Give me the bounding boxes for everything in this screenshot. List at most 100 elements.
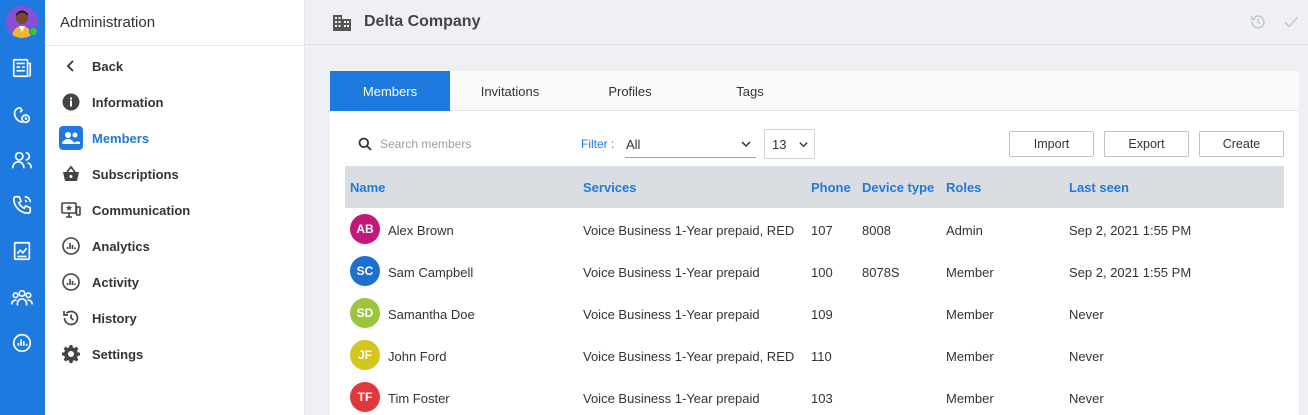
cell-role: Admin [946, 223, 983, 238]
tab-invitations[interactable]: Invitations [450, 71, 570, 111]
filter-select[interactable]: All [625, 130, 756, 158]
members-card: Members Invitations Profiles Tags Filter… [330, 71, 1299, 415]
chevron-down-icon [741, 141, 751, 148]
cell-services: Voice Business 1-Year prepaid, RED [583, 223, 795, 238]
sidebar-item-label: Activity [92, 274, 139, 290]
filter-label: Filter : [581, 137, 615, 151]
cell-phone: 107 [811, 223, 833, 238]
cell-name: Tim Foster [388, 391, 450, 406]
sidebar-item-history[interactable]: History [59, 305, 299, 331]
sidebar-item-label: Back [92, 58, 124, 74]
cell-phone: 109 [811, 307, 833, 322]
table-row[interactable]: AB Alex Brown Voice Business 1-Year prepai… [345, 208, 1284, 250]
column-header-device-type[interactable]: Device type [862, 180, 934, 195]
cell-role: Member [946, 391, 994, 406]
column-header-name[interactable]: Name [350, 180, 385, 195]
table-header: Name Services Phone Device type Roles La… [345, 166, 1284, 208]
team-icon[interactable] [10, 286, 34, 310]
member-avatar: TF [350, 382, 380, 412]
cell-device-type: 8008 [862, 223, 891, 238]
sidebar-title: Administration [60, 14, 156, 31]
cell-last-seen: Sep 2, 2021 1:55 PM [1069, 223, 1192, 238]
cell-phone: 100 [811, 265, 833, 280]
sidebar-item-label: Settings [92, 346, 144, 362]
cell-last-seen: Never [1069, 307, 1104, 322]
report-icon[interactable] [10, 239, 34, 263]
search-icon [358, 137, 372, 151]
cell-phone: 110 [811, 349, 832, 364]
sidebar-item-members[interactable]: Members [59, 125, 299, 151]
table-row[interactable]: JF John Ford Voice Business 1-Year prepaid… [345, 334, 1284, 376]
info-icon [59, 90, 83, 114]
sidebar-item-back[interactable]: Back [59, 53, 299, 79]
cell-name: Samantha Doe [388, 307, 475, 322]
cell-name: Alex Brown [388, 223, 454, 238]
sidebar-item-information[interactable]: Information [59, 89, 299, 115]
app-rail [0, 0, 45, 415]
table-row[interactable]: SC Sam Campbell Voice Business 1-Year prep… [345, 250, 1284, 292]
member-avatar: AB [350, 214, 380, 244]
analytics-icon [59, 234, 83, 258]
page-title: Delta Company [364, 13, 481, 30]
online-status-dot [29, 27, 38, 36]
sidebar-item-communication[interactable]: Communication [59, 197, 299, 223]
users-icon[interactable] [10, 148, 34, 172]
table-row[interactable]: SD Samantha Doe Voice Business 1-Year prep… [345, 292, 1284, 334]
sidebar-item-settings[interactable]: Settings [59, 341, 299, 367]
page-size-value: 13 [772, 137, 787, 152]
sidebar-item-label: Analytics [92, 238, 150, 254]
check-icon[interactable] [1281, 12, 1301, 32]
search-input[interactable] [380, 133, 570, 155]
sidebar-item-label: Communication [92, 202, 191, 218]
cell-last-seen: Never [1069, 391, 1104, 406]
column-header-roles[interactable]: Roles [946, 180, 981, 195]
tab-profiles[interactable]: Profiles [570, 71, 690, 111]
cell-services: Voice Business 1-Year prepaid [583, 307, 760, 322]
admin-sidebar: Administration Back Information Members … [45, 0, 305, 415]
analytics-icon[interactable] [10, 331, 34, 355]
sidebar-item-activity[interactable]: Activity [59, 269, 299, 295]
tab-members[interactable]: Members [330, 71, 450, 111]
tab-bar: Members Invitations Profiles Tags [330, 71, 1299, 111]
cell-last-seen: Sep 2, 2021 1:55 PM [1069, 265, 1192, 280]
building-icon [332, 12, 352, 32]
chevron-down-icon [799, 142, 808, 148]
sidebar-item-subscriptions[interactable]: Subscriptions [59, 161, 299, 187]
column-header-services[interactable]: Services [583, 180, 637, 195]
page-size-select[interactable]: 13 [764, 129, 815, 159]
member-avatar: SC [350, 256, 380, 286]
column-header-phone[interactable]: Phone [811, 180, 851, 195]
cell-services: Voice Business 1-Year prepaid [583, 265, 760, 280]
cell-services: Voice Business 1-Year prepaid [583, 391, 760, 406]
sidebar-item-label: Members [92, 130, 150, 146]
phone-settings-icon[interactable] [10, 103, 34, 127]
table-row[interactable]: TF Tim Foster Voice Business 1-Year prepai… [345, 376, 1284, 415]
basket-icon [59, 162, 83, 186]
news-icon[interactable] [10, 56, 34, 80]
create-button[interactable]: Create [1199, 131, 1284, 157]
gear-icon [59, 342, 83, 366]
tab-tags[interactable]: Tags [690, 71, 810, 111]
sidebar-item-analytics[interactable]: Analytics [59, 233, 299, 259]
activity-icon [59, 270, 83, 294]
history-icon[interactable] [1248, 12, 1268, 32]
cell-name: Sam Campbell [388, 265, 474, 280]
sidebar-item-label: History [92, 310, 137, 326]
import-button[interactable]: Import [1009, 131, 1094, 157]
export-button[interactable]: Export [1104, 131, 1189, 157]
sidebar-item-label: Information [92, 94, 164, 110]
cell-role: Member [946, 265, 994, 280]
cell-services: Voice Business 1-Year prepaid, RED [583, 349, 795, 364]
cell-device-type: 8078S [862, 265, 900, 280]
users-icon [59, 126, 83, 150]
cell-last-seen: Never [1069, 349, 1104, 364]
column-header-last-seen[interactable]: Last seen [1069, 180, 1129, 195]
cell-phone: 103 [811, 391, 833, 406]
phone-call-icon[interactable] [10, 193, 34, 217]
cell-role: Member [946, 307, 994, 322]
cell-role: Member [946, 349, 994, 364]
page-header: Delta Company [305, 0, 1308, 45]
sidebar-divider [45, 45, 305, 46]
screen-icon [59, 198, 83, 222]
history-icon [59, 306, 83, 330]
